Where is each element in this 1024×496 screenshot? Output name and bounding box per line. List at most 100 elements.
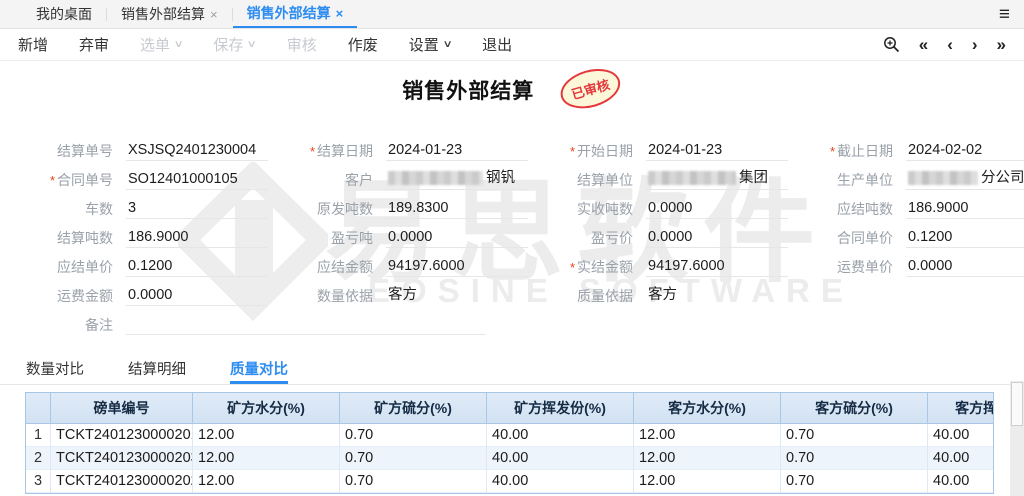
cell-customer-moisture[interactable]: 12.00 — [634, 447, 781, 470]
contract-no-input[interactable]: SO12401000105 — [126, 171, 268, 190]
field-gain-loss-tons: 盈亏吨 0.0000 — [268, 223, 528, 252]
due-tons-input[interactable]: 186.9000 — [906, 200, 1024, 219]
truck-count-input[interactable]: 3 — [126, 200, 268, 219]
col-header-customer-volatile[interactable]: 客方挥发份(%) — [928, 393, 994, 424]
field-label: 实结金额 — [577, 259, 633, 275]
prev-record-icon[interactable]: ‹ — [947, 36, 953, 53]
approve-button[interactable]: 审核 — [287, 34, 317, 55]
tab-sales-external-settlement-1[interactable]: 销售外部结算 × — [107, 0, 232, 28]
field-label: 实收吨数 — [577, 201, 633, 217]
settings-button[interactable]: 设置 ∨ — [409, 34, 451, 55]
tab-sales-external-settlement-2[interactable]: 销售外部结算 × — [233, 0, 358, 28]
close-icon[interactable]: × — [336, 6, 344, 21]
cell-mine-moisture[interactable]: 12.00 — [193, 470, 340, 493]
production-unit-input[interactable]: 分公司 — [906, 166, 1024, 190]
field-freight-price: 运费单价 0.0000 — [788, 252, 1024, 281]
action-toolbar: 新增 弃审 选单 ∨ 保存 ∨ 审核 作废 设置 ∨ 退出 « ‹ › — [0, 29, 1024, 61]
tab-quality-compare[interactable]: 质量对比 — [230, 354, 288, 384]
cell-customer-moisture[interactable]: 12.00 — [634, 424, 781, 447]
due-price-input[interactable]: 0.1200 — [126, 258, 268, 277]
cell-customer-sulfur[interactable]: 0.70 — [781, 424, 928, 447]
cell-mine-volatile[interactable]: 40.00 — [487, 470, 634, 493]
col-header-mine-sulfur[interactable]: 矿方硫分(%) — [340, 393, 487, 424]
cell-mine-sulfur[interactable]: 0.70 — [340, 424, 487, 447]
next-record-icon[interactable]: › — [972, 36, 978, 53]
remark-input[interactable] — [126, 316, 486, 335]
field-empty — [788, 281, 1024, 310]
close-icon[interactable]: × — [210, 7, 218, 22]
status-badge: 已审核 — [556, 62, 625, 114]
cell-mine-moisture[interactable]: 12.00 — [193, 447, 340, 470]
cell-ticket-no[interactable]: TCKT2401230000203 — [51, 447, 193, 470]
first-record-icon[interactable]: « — [919, 36, 928, 53]
cell-customer-volatile[interactable]: 40.00 — [928, 424, 994, 447]
cell-ticket-no[interactable]: TCKT2401230000202 — [51, 470, 193, 493]
start-date-input[interactable]: 2024-01-23 — [646, 142, 788, 161]
button-label: 设置 — [409, 34, 439, 55]
last-record-icon[interactable]: » — [997, 36, 1006, 53]
cell-ticket-no[interactable]: TCKT2401230000201 — [51, 424, 193, 447]
settled-tons-input[interactable]: 186.9000 — [126, 229, 268, 248]
save-button[interactable]: 保存 ∨ — [213, 34, 255, 55]
field-label: 应结单价 — [57, 259, 113, 275]
field-due-price: 应结单价 0.1200 — [8, 252, 268, 281]
cell-mine-moisture[interactable]: 12.00 — [193, 424, 340, 447]
col-header-rownum[interactable] — [26, 393, 51, 424]
tab-label: 我的桌面 — [36, 4, 92, 24]
field-label: 盈亏吨 — [331, 230, 373, 246]
gain-loss-tons-input[interactable]: 0.0000 — [386, 229, 528, 248]
vertical-scrollbar[interactable] — [1010, 381, 1024, 496]
cell-mine-volatile[interactable]: 40.00 — [487, 447, 634, 470]
title-row: 销售外部结算 已审核 — [0, 74, 1024, 120]
button-label: 退出 — [482, 34, 512, 55]
field-label: 应结吨数 — [837, 201, 893, 217]
contract-price-input[interactable]: 0.1200 — [906, 229, 1024, 248]
cell-mine-sulfur[interactable]: 0.70 — [340, 470, 487, 493]
col-header-ticket-no[interactable]: 磅单编号 — [51, 393, 193, 424]
gain-loss-price-input[interactable]: 0.0000 — [646, 229, 788, 248]
field-label: 合同单价 — [837, 230, 893, 246]
cell-customer-volatile[interactable]: 40.00 — [928, 470, 994, 493]
cell-mine-volatile[interactable]: 40.00 — [487, 424, 634, 447]
tab-settlement-detail[interactable]: 结算明细 — [128, 354, 186, 384]
scrollbar-thumb[interactable] — [1011, 382, 1023, 426]
field-actual-amount: *实结金额 94197.6000 — [528, 252, 788, 281]
redacted-text — [648, 171, 736, 185]
settlement-unit-input[interactable]: 集团 — [646, 166, 788, 190]
cell-customer-sulfur[interactable]: 0.70 — [781, 447, 928, 470]
new-button[interactable]: 新增 — [18, 34, 48, 55]
hamburger-menu-icon[interactable]: ≡ — [999, 5, 1010, 24]
exit-button[interactable]: 退出 — [482, 34, 512, 55]
quality-basis-value[interactable]: 客方 — [646, 283, 788, 306]
end-date-input[interactable]: 2024-02-02 — [906, 142, 1024, 161]
col-header-mine-moisture[interactable]: 矿方水分(%) — [193, 393, 340, 424]
field-label: 结算日期 — [317, 143, 373, 159]
actual-amount-input[interactable]: 94197.6000 — [646, 258, 788, 277]
void-button[interactable]: 作废 — [348, 34, 378, 55]
cell-customer-moisture[interactable]: 12.00 — [634, 470, 781, 493]
field-settlement-date: *结算日期 2024-01-23 — [268, 136, 528, 165]
original-tons-input[interactable]: 189.8300 — [386, 200, 528, 219]
unapprove-button[interactable]: 弃审 — [79, 34, 109, 55]
redacted-text — [908, 171, 978, 185]
col-header-customer-sulfur[interactable]: 客方硫分(%) — [781, 393, 928, 424]
tab-my-desktop[interactable]: 我的桌面 — [22, 0, 106, 28]
customer-input[interactable]: 钢钒 — [386, 166, 528, 190]
freight-price-input[interactable]: 0.0000 — [906, 258, 1024, 277]
pick-order-button[interactable]: 选单 ∨ — [140, 34, 182, 55]
zoom-in-icon[interactable] — [883, 36, 900, 53]
tab-quantity-compare[interactable]: 数量对比 — [26, 354, 84, 384]
cell-customer-sulfur[interactable]: 0.70 — [781, 470, 928, 493]
cell-mine-sulfur[interactable]: 0.70 — [340, 447, 487, 470]
freight-amount-input[interactable]: 0.0000 — [126, 287, 268, 306]
received-tons-input[interactable]: 0.0000 — [646, 200, 788, 219]
due-amount-input[interactable]: 94197.6000 — [386, 258, 528, 277]
settlement-no-input[interactable]: XSJSQ2401230004 — [126, 142, 268, 161]
col-header-mine-volatile[interactable]: 矿方挥发份(%) — [487, 393, 634, 424]
field-label: 盈亏价 — [591, 230, 633, 246]
col-header-customer-moisture[interactable]: 客方水分(%) — [634, 393, 781, 424]
cell-customer-volatile[interactable]: 40.00 — [928, 447, 994, 470]
chevron-down-icon: ∨ — [442, 39, 452, 50]
quantity-basis-value[interactable]: 客方 — [386, 283, 528, 306]
settlement-date-input[interactable]: 2024-01-23 — [386, 142, 528, 161]
